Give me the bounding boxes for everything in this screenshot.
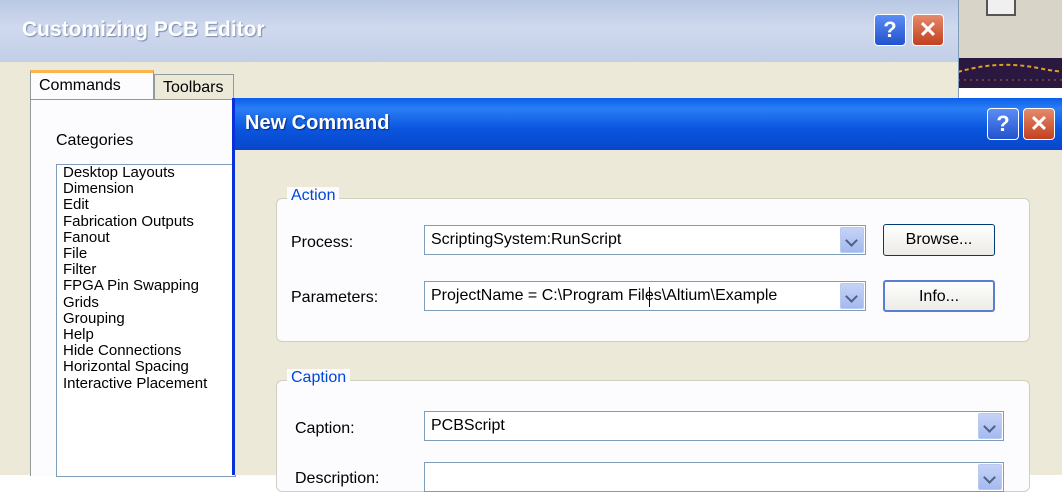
toolbar-icon[interactable]: [986, 0, 1016, 16]
close-button[interactable]: ✕: [912, 14, 944, 46]
action-legend: Action: [287, 187, 340, 205]
list-item[interactable]: Horizontal Spacing: [57, 359, 235, 375]
list-item[interactable]: Dimension: [57, 181, 235, 197]
info-button[interactable]: Info...: [883, 280, 995, 312]
tab-toolbars[interactable]: Toolbars: [154, 74, 234, 100]
background-application: [958, 0, 1062, 88]
process-combo[interactable]: ScriptingSystem:RunScript: [424, 225, 866, 255]
new-command-dialog: New Command ? ✕ Action Process: Scriptin…: [232, 98, 1062, 492]
chevron-down-icon[interactable]: [978, 464, 1002, 490]
caption-combo[interactable]: PCBScript: [424, 411, 1004, 441]
list-item[interactable]: Help: [57, 326, 235, 343]
categories-list[interactable]: Desktop Layouts Dimension Edit Fabricati…: [56, 164, 236, 477]
process-value: ScriptingSystem:RunScript: [431, 231, 622, 248]
caption-label: Caption:: [295, 420, 355, 437]
process-label: Process:: [291, 234, 354, 251]
parameters-combo[interactable]: ProjectName = C:\Program Files\Altium\Ex…: [424, 281, 866, 311]
tab-commands[interactable]: Commands: [30, 70, 154, 100]
help-button[interactable]: ?: [874, 14, 906, 46]
list-item[interactable]: File: [57, 245, 235, 262]
list-item[interactable]: Edit: [57, 197, 235, 213]
text-caret: [649, 287, 650, 307]
pcb-canvas: [958, 58, 1062, 88]
close-button[interactable]: ✕: [1023, 108, 1055, 140]
chevron-down-icon[interactable]: [840, 283, 864, 309]
list-item[interactable]: Hide Connections: [57, 343, 235, 359]
chevron-down-icon[interactable]: [978, 413, 1002, 439]
list-item[interactable]: Interactive Placement: [57, 375, 235, 392]
list-item[interactable]: Fabrication Outputs: [57, 213, 235, 230]
list-item[interactable]: Grouping: [57, 310, 235, 327]
description-combo[interactable]: [424, 462, 1004, 492]
chevron-down-icon[interactable]: [840, 227, 864, 253]
list-item[interactable]: Desktop Layouts: [57, 165, 235, 181]
help-button[interactable]: ?: [987, 108, 1019, 140]
customizing-title: Customizing PCB Editor: [22, 18, 265, 41]
caption-legend: Caption: [287, 369, 351, 387]
customizing-title-bar[interactable]: Customizing PCB Editor ? ✕: [0, 0, 958, 62]
list-item[interactable]: Fanout: [57, 229, 235, 246]
list-item[interactable]: FPGA Pin Swapping: [57, 278, 235, 294]
list-item[interactable]: Grids: [57, 294, 235, 311]
caption-value: PCBScript: [431, 417, 505, 434]
description-label: Description:: [295, 470, 380, 487]
action-group: Action: [276, 187, 1030, 342]
categories-label: Categories: [56, 132, 134, 149]
list-item[interactable]: Filter: [57, 262, 235, 278]
new-command-title-bar[interactable]: New Command ? ✕: [235, 98, 1062, 150]
new-command-title: New Command: [245, 112, 390, 134]
browse-button[interactable]: Browse...: [883, 224, 995, 256]
parameters-value: ProjectName = C:\Program Files\Altium\Ex…: [431, 287, 778, 304]
parameters-label: Parameters:: [291, 289, 379, 306]
